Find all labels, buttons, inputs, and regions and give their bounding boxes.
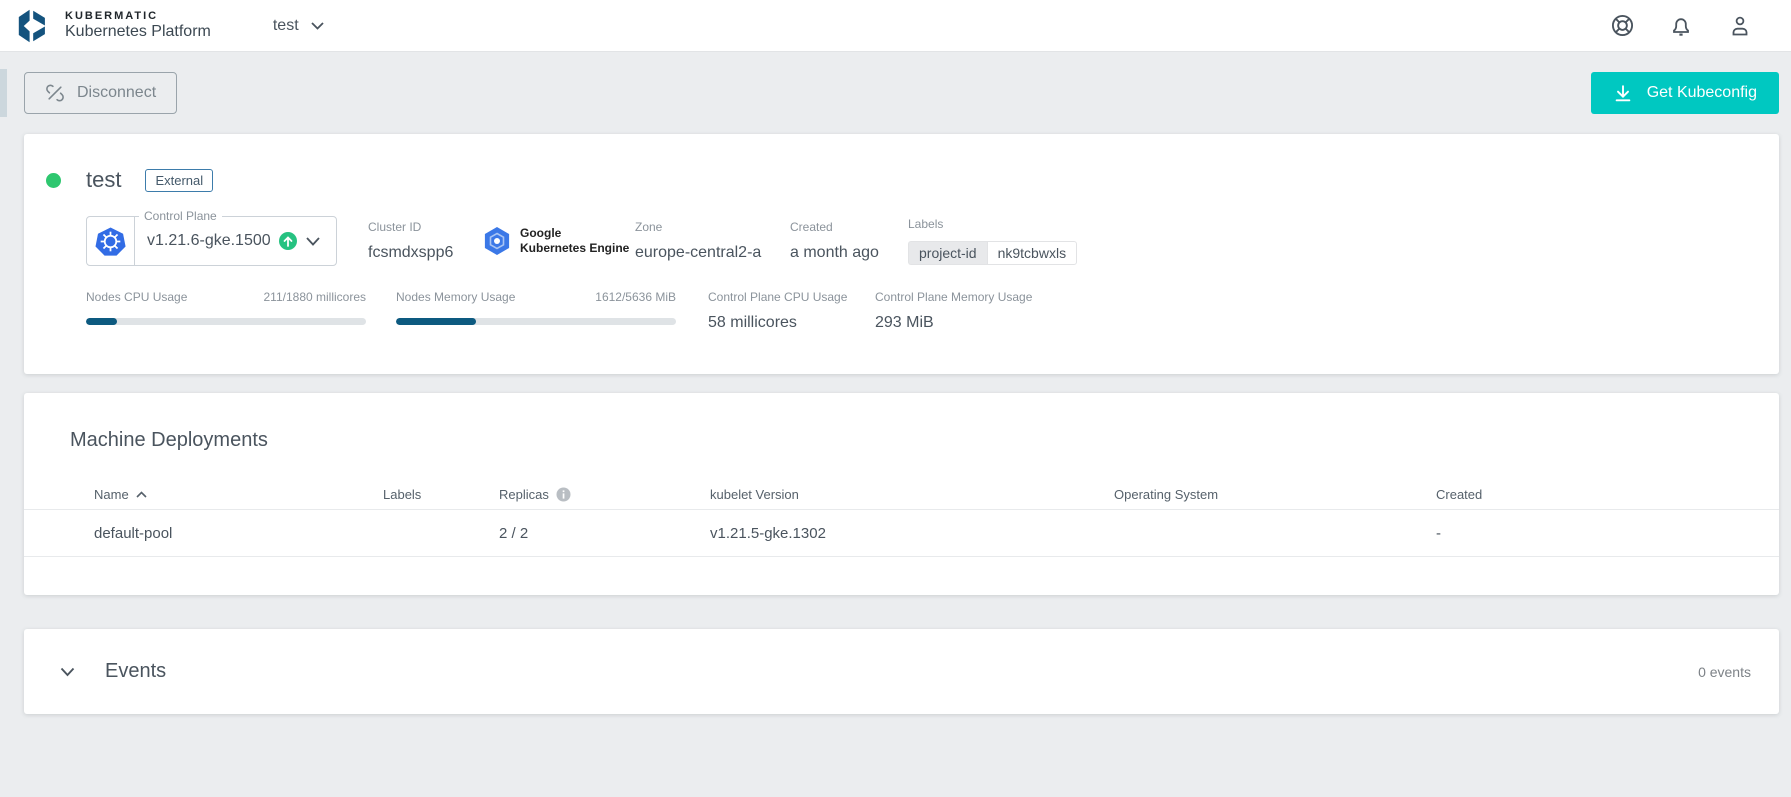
events-expand-toggle[interactable] [60, 667, 75, 677]
nodes-cpu-progressbar [86, 318, 366, 325]
brand-name: KUBERMATIC [65, 10, 211, 23]
bell-icon [1669, 14, 1693, 38]
nodes-memory-usage: Nodes Memory Usage 1612/5636 MiB [396, 290, 676, 332]
column-header-os: Operating System [1114, 487, 1436, 502]
sort-asc-icon [136, 491, 147, 498]
disconnect-button-label: Disconnect [77, 84, 156, 102]
control-plane-cpu-usage: Control Plane CPU Usage 58 millicores [708, 290, 867, 332]
md-kubelet-version: v1.21.5-gke.1302 [710, 525, 1114, 542]
nodes-memory-usage-label: Nodes Memory Usage [396, 290, 515, 304]
help-button[interactable] [1609, 13, 1635, 39]
brand-subtitle: Kubernetes Platform [65, 23, 211, 41]
cp-cpu-usage-label: Control Plane CPU Usage [708, 290, 867, 304]
machine-deployments-title: Machine Deployments [24, 393, 1779, 452]
events-title: Events [105, 660, 166, 683]
cluster-name: test [86, 167, 121, 193]
external-badge: External [145, 169, 213, 192]
gke-icon [482, 226, 512, 256]
kubermatic-logo-icon [17, 8, 53, 44]
kubernetes-icon [95, 226, 126, 257]
get-kubeconfig-label: Get Kubeconfig [1647, 84, 1757, 102]
column-header-created: Created [1436, 487, 1779, 502]
nodes-cpu-usage-label: Nodes CPU Usage [86, 290, 187, 304]
provider-name-line2: Kubernetes Engine [520, 241, 629, 256]
md-replicas: 2 / 2 [499, 525, 710, 542]
cp-cpu-usage-value: 58 millicores [708, 314, 867, 332]
sidenav-edge[interactable] [0, 69, 7, 117]
cluster-health-dot [46, 173, 61, 188]
nodes-cpu-usage: Nodes CPU Usage 211/1880 millicores [86, 290, 366, 332]
user-menu-button[interactable] [1727, 13, 1753, 39]
cluster-toolbar: Disconnect Get Kubeconfig [0, 72, 1791, 114]
project-selector[interactable]: test [273, 17, 324, 35]
top-header: KUBERMATIC Kubernetes Platform test [0, 0, 1791, 52]
cluster-id-value: fcsmdxspp6 [368, 244, 482, 262]
machine-deployments-card: Machine Deployments Name Labels Replicas [24, 393, 1779, 595]
version-chevron-down-icon[interactable] [306, 237, 320, 246]
provider-logo: Google Kubernetes Engine [482, 226, 635, 256]
get-kubeconfig-button[interactable]: Get Kubeconfig [1591, 72, 1779, 114]
events-card: Events 0 events [24, 629, 1779, 714]
column-header-replicas: Replicas [499, 487, 710, 502]
machine-deployment-row[interactable]: default-pool 2 / 2 v1.21.5-gke.1302 - [24, 510, 1779, 557]
events-count: 0 events [1698, 664, 1751, 680]
cp-memory-usage-value: 293 MiB [875, 314, 1032, 332]
download-icon [1613, 83, 1633, 104]
nodes-cpu-progress-fill [86, 318, 117, 325]
lifebuoy-help-icon [1610, 13, 1635, 38]
column-header-labels: Labels [383, 487, 499, 502]
chevron-down-icon [311, 22, 324, 30]
nodes-memory-progress-fill [396, 318, 476, 325]
column-header-kubelet: kubelet Version [710, 487, 1114, 502]
created-value: a month ago [790, 244, 908, 262]
zone-value: europe-central2-a [635, 244, 790, 262]
control-plane-version-select[interactable]: Control Plane [86, 216, 337, 266]
nodes-memory-progressbar [396, 318, 676, 325]
label-chip-value: nk9tcbwxls [987, 241, 1077, 265]
disconnect-button[interactable]: Disconnect [24, 72, 177, 114]
nodes-memory-usage-value: 1612/5636 MiB [595, 290, 676, 304]
kubermatic-logo[interactable]: KUBERMATIC Kubernetes Platform [17, 8, 211, 44]
control-plane-memory-usage: Control Plane Memory Usage 293 MiB [875, 290, 1032, 332]
labels-label: Labels [908, 217, 1077, 231]
user-icon [1728, 14, 1752, 38]
chevron-down-icon [60, 667, 75, 677]
nodes-cpu-usage-value: 211/1880 millicores [264, 290, 367, 304]
control-plane-version: v1.21.6-gke.1500 [147, 232, 271, 250]
md-created: - [1436, 525, 1779, 542]
md-name: default-pool [94, 525, 383, 542]
project-selector-label: test [273, 17, 299, 35]
disconnect-icon [45, 83, 65, 103]
upgrade-available-icon[interactable] [279, 232, 297, 250]
machine-deployments-table: Name Labels Replicas kubelet Version [24, 480, 1779, 557]
zone-label: Zone [635, 220, 790, 234]
created-label: Created [790, 220, 908, 234]
cluster-summary-card: test External Control Plane [24, 134, 1779, 374]
label-chip-key: project-id [908, 241, 987, 265]
cp-memory-usage-label: Control Plane Memory Usage [875, 290, 1032, 304]
label-chip: project-id nk9tcbwxls [908, 241, 1077, 265]
table-header-row: Name Labels Replicas kubelet Version [24, 480, 1779, 510]
cluster-id-label: Cluster ID [368, 220, 482, 234]
control-plane-label: Control Plane [139, 209, 222, 223]
column-header-name[interactable]: Name [94, 487, 383, 502]
provider-name-line1: Google [520, 226, 629, 241]
info-icon[interactable] [556, 487, 571, 502]
notifications-button[interactable] [1668, 13, 1694, 39]
kubernetes-icon-box [87, 217, 135, 265]
